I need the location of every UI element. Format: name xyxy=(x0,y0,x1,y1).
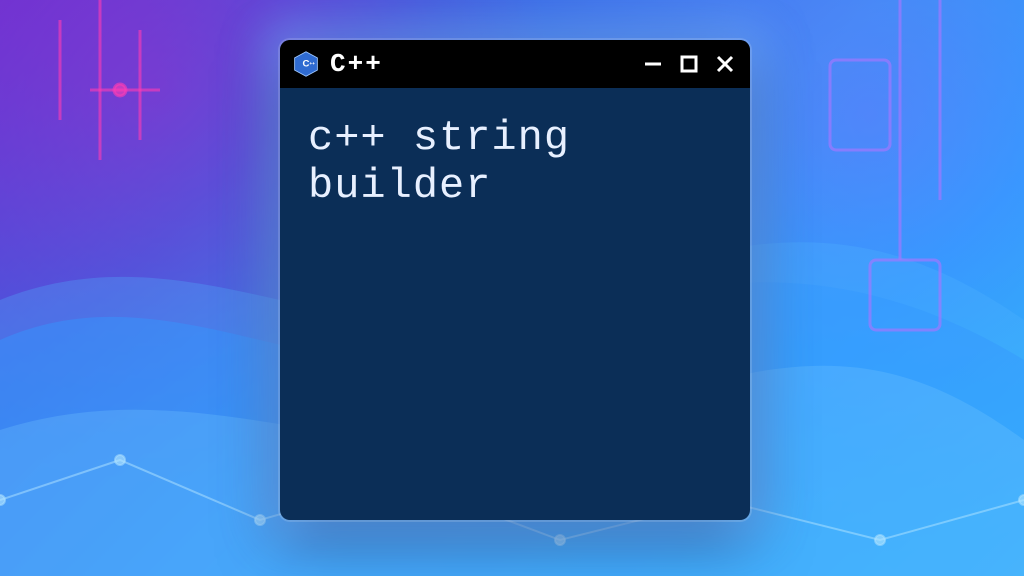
editor-content[interactable]: c++ string builder xyxy=(280,88,750,237)
editor-window: C ++ C++ c++ string builder xyxy=(280,40,750,520)
svg-text:++: ++ xyxy=(309,62,315,67)
window-title: C++ xyxy=(330,49,383,79)
cpp-logo-icon: C ++ xyxy=(292,50,320,78)
close-button[interactable] xyxy=(712,51,738,77)
minimize-button[interactable] xyxy=(640,51,666,77)
titlebar: C ++ C++ xyxy=(280,40,750,88)
maximize-button[interactable] xyxy=(676,51,702,77)
svg-text:C: C xyxy=(303,59,310,70)
window-controls xyxy=(640,51,738,77)
